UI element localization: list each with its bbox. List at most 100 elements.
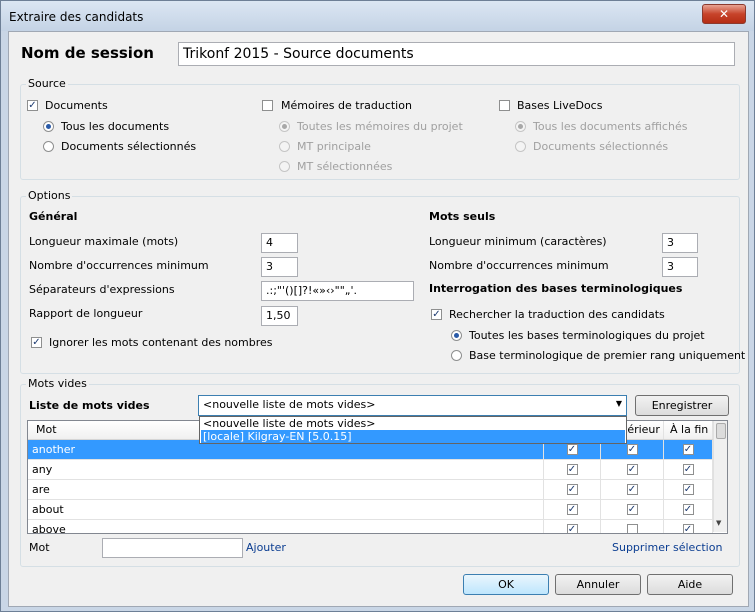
row-flag-checkbox-1[interactable]: ✓ bbox=[566, 484, 578, 495]
row-flag-checkbox-1[interactable]: ✓ bbox=[566, 464, 578, 475]
min-occurrences-input[interactable]: 3 bbox=[261, 257, 298, 277]
flag-cell: ✓ bbox=[664, 440, 713, 460]
row-flag-checkbox-3[interactable]: ✓ bbox=[682, 524, 694, 533]
selected-memories-label: MT sélectionnées bbox=[297, 160, 393, 173]
flag-cell: ✓ bbox=[544, 480, 601, 500]
word-input[interactable] bbox=[102, 538, 243, 558]
row-flag-checkbox-3[interactable]: ✓ bbox=[682, 504, 694, 515]
table-row[interactable]: above ✓ ✓ bbox=[28, 520, 713, 533]
row-flag-checkbox-2[interactable] bbox=[626, 524, 638, 533]
single-words-heading: Mots seuls bbox=[429, 210, 496, 223]
add-word-link[interactable]: Ajouter bbox=[246, 541, 286, 554]
title-bar[interactable]: Extraire des candidats ✕ bbox=[1, 1, 754, 31]
chevron-down-icon[interactable]: ▼ bbox=[616, 399, 622, 408]
scrollbar-thumb[interactable] bbox=[716, 423, 726, 439]
livedocs-checkbox[interactable] bbox=[499, 100, 510, 111]
row-flag-checkbox-2[interactable]: ✓ bbox=[626, 464, 638, 475]
stopwords-legend: Mots vides bbox=[26, 377, 89, 390]
row-flag-checkbox-3[interactable]: ✓ bbox=[682, 464, 694, 475]
length-ratio-input[interactable]: 1,50 bbox=[261, 306, 298, 326]
min-length-label: Longueur minimum (caractères) bbox=[429, 235, 607, 248]
selected-livedocs-radio[interactable] bbox=[515, 141, 526, 152]
session-label: Nom de session bbox=[21, 44, 154, 62]
help-button[interactable]: Aide bbox=[647, 574, 733, 595]
min-occurrences-label: Nombre d'occurrences minimum bbox=[29, 259, 209, 272]
stopword-list-label: Liste de mots vides bbox=[29, 399, 150, 412]
remove-selection-link[interactable]: Supprimer sélection bbox=[612, 541, 722, 554]
word-label: Mot bbox=[29, 541, 50, 554]
max-length-input[interactable]: 4 bbox=[261, 233, 298, 253]
separators-input[interactable]: .:;"'()[]?!«»‹›""„'. bbox=[261, 281, 414, 301]
table-row[interactable]: are ✓ ✓ ✓ bbox=[28, 480, 713, 500]
word-cell: above bbox=[28, 520, 544, 533]
source-legend: Source bbox=[26, 77, 68, 90]
selected-documents-radio[interactable] bbox=[43, 141, 54, 152]
flag-cell: ✓ bbox=[601, 500, 664, 520]
dialog-client: Nom de session Trikonf 2015 - Source doc… bbox=[8, 31, 749, 607]
single-min-occurrences-input[interactable]: 3 bbox=[662, 257, 698, 277]
single-min-occurrences-label: Nombre d'occurrences minimum bbox=[429, 259, 609, 272]
stopword-list-dropdown[interactable]: <nouvelle liste de mots vides> ▼ bbox=[198, 395, 627, 416]
row-flag-checkbox-3[interactable]: ✓ bbox=[682, 484, 694, 495]
min-length-input[interactable]: 3 bbox=[662, 233, 698, 253]
all-livedocs-radio[interactable] bbox=[515, 121, 526, 132]
selected-memories-radio[interactable] bbox=[279, 161, 290, 172]
save-list-button[interactable]: Enregistrer bbox=[635, 395, 729, 416]
dropdown-list: <nouvelle liste de mots vides> [locale] … bbox=[199, 416, 627, 444]
ignore-numbers-checkbox[interactable]: ✓ bbox=[31, 337, 42, 348]
dropdown-selected-value: <nouvelle liste de mots vides> bbox=[203, 398, 376, 411]
row-flag-checkbox-2[interactable]: ✓ bbox=[626, 484, 638, 495]
livedocs-label: Bases LiveDocs bbox=[517, 99, 603, 112]
word-cell: about bbox=[28, 500, 544, 520]
close-button[interactable]: ✕ bbox=[702, 4, 746, 24]
dialog-window: Extraire des candidats ✕ Nom de session … bbox=[0, 0, 755, 612]
primary-termbase-radio[interactable] bbox=[451, 350, 462, 361]
row-flag-checkbox-2[interactable]: ✓ bbox=[626, 504, 638, 515]
translation-memories-checkbox[interactable] bbox=[262, 100, 273, 111]
cancel-button[interactable]: Annuler bbox=[555, 574, 641, 595]
all-documents-radio[interactable] bbox=[43, 121, 54, 132]
table-scrollbar[interactable]: ▼ bbox=[713, 421, 727, 532]
selected-livedocs-label: Documents sélectionnés bbox=[533, 140, 669, 153]
all-termbases-radio[interactable] bbox=[451, 330, 462, 341]
termbase-heading: Interrogation des bases terminologiques bbox=[429, 282, 683, 295]
flag-cell: ✓ bbox=[544, 500, 601, 520]
all-memories-radio[interactable] bbox=[279, 121, 290, 132]
row-flag-checkbox-1[interactable]: ✓ bbox=[566, 444, 578, 455]
row-flag-checkbox-3[interactable]: ✓ bbox=[682, 444, 694, 455]
search-translation-label: Rechercher la traduction des candidats bbox=[449, 308, 665, 321]
flag-cell: ✓ bbox=[664, 480, 713, 500]
ignore-numbers-label: Ignorer les mots contenant des nombres bbox=[49, 336, 273, 349]
row-flag-checkbox-2[interactable]: ✓ bbox=[626, 444, 638, 455]
all-termbases-label: Toutes les bases terminologiques du proj… bbox=[469, 329, 705, 342]
all-livedocs-label: Tous les documents affichés bbox=[533, 120, 688, 133]
flag-cell: ✓ bbox=[664, 460, 713, 480]
dropdown-option-kilgray[interactable]: [locale] Kilgray-EN [5.0.15] bbox=[201, 430, 625, 443]
main-memory-radio[interactable] bbox=[279, 141, 290, 152]
session-name-input[interactable]: Trikonf 2015 - Source documents bbox=[178, 42, 735, 66]
ok-button[interactable]: OK bbox=[463, 574, 549, 595]
flag-cell: ✓ bbox=[544, 520, 601, 533]
column-header-at-end[interactable]: À la fin bbox=[664, 421, 713, 439]
length-ratio-label: Rapport de longueur bbox=[29, 307, 143, 320]
max-length-label: Longueur maximale (mots) bbox=[29, 235, 179, 248]
translation-memories-label: Mémoires de traduction bbox=[281, 99, 412, 112]
flag-cell: ✓ bbox=[544, 460, 601, 480]
all-documents-label: Tous les documents bbox=[61, 120, 170, 133]
flag-cell bbox=[601, 520, 664, 533]
documents-checkbox[interactable]: ✓ bbox=[27, 100, 38, 111]
scroll-down-arrow-icon[interactable]: ▼ bbox=[716, 519, 721, 527]
flag-cell: ✓ bbox=[601, 480, 664, 500]
options-legend: Options bbox=[26, 189, 73, 202]
row-flag-checkbox-1[interactable]: ✓ bbox=[566, 504, 578, 515]
table-row[interactable]: any ✓ ✓ ✓ bbox=[28, 460, 713, 480]
separators-label: Séparateurs d'expressions bbox=[29, 283, 175, 296]
flag-cell: ✓ bbox=[664, 500, 713, 520]
selected-documents-label: Documents sélectionnés bbox=[61, 140, 197, 153]
dropdown-option-new[interactable]: <nouvelle liste de mots vides> bbox=[201, 418, 627, 430]
row-flag-checkbox-1[interactable]: ✓ bbox=[566, 524, 578, 533]
flag-cell: ✓ bbox=[664, 520, 713, 533]
general-heading: Général bbox=[29, 210, 78, 223]
search-translation-checkbox[interactable]: ✓ bbox=[431, 309, 442, 320]
table-row[interactable]: about ✓ ✓ ✓ bbox=[28, 500, 713, 520]
